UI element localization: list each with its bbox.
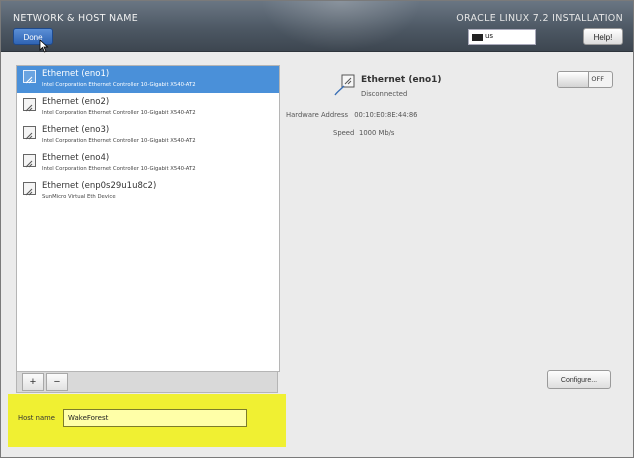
device-item-eno1[interactable]: Ethernet (eno1) Intel Corporation Ethern… <box>17 66 279 93</box>
mouse-cursor-icon <box>39 39 49 53</box>
installer-window: NETWORK & HOST NAME ORACLE LINUX 7.2 INS… <box>0 0 634 458</box>
product-title: ORACLE LINUX 7.2 INSTALLATION <box>456 13 623 24</box>
device-description: Intel Corporation Ethernet Controller 10… <box>42 166 196 172</box>
header-bar: NETWORK & HOST NAME ORACLE LINUX 7.2 INS… <box>1 1 633 53</box>
device-name: Ethernet (enp0s29u1u8c2) <box>42 181 157 191</box>
selected-device-name: Ethernet (eno1) <box>361 75 442 85</box>
device-item-eno3[interactable]: Ethernet (eno3) Intel Corporation Ethern… <box>17 122 279 149</box>
device-name: Ethernet (eno1) <box>42 69 110 79</box>
device-description: SunMicro Virtual Eth Device <box>42 194 116 200</box>
device-name: Ethernet (eno2) <box>42 97 110 107</box>
keyboard-layout-label: us <box>485 32 494 40</box>
hardware-address-row: Hardware Address 00:10:E0:8E:44:86 <box>286 111 418 119</box>
add-device-button[interactable]: + <box>22 373 44 391</box>
hardware-address-value: 00:10:E0:8E:44:86 <box>354 111 418 119</box>
device-item-eno4[interactable]: Ethernet (eno4) Intel Corporation Ethern… <box>17 150 279 177</box>
network-port-icon <box>23 70 36 84</box>
device-description: Intel Corporation Ethernet Controller 10… <box>42 82 196 88</box>
hostname-area: Host name <box>8 394 286 447</box>
connection-status: Disconnected <box>361 90 408 98</box>
network-port-icon <box>23 154 36 168</box>
keyboard-icon <box>472 34 483 41</box>
toggle-knob[interactable] <box>558 72 589 87</box>
connection-toggle[interactable]: OFF <box>557 71 613 88</box>
network-port-icon <box>23 126 36 140</box>
help-button[interactable]: Help! <box>583 28 623 45</box>
device-name: Ethernet (eno3) <box>42 125 110 135</box>
hostname-input[interactable] <box>63 409 247 427</box>
device-list-toolbar: + − <box>16 371 278 393</box>
hardware-address-label: Hardware Address <box>286 111 349 119</box>
speed-value: 1000 Mb/s <box>359 129 395 137</box>
configure-button[interactable]: Configure... <box>547 370 611 389</box>
device-description: Intel Corporation Ethernet Controller 10… <box>42 110 196 116</box>
device-name: Ethernet (eno4) <box>42 153 110 163</box>
device-description: Intel Corporation Ethernet Controller 10… <box>42 138 196 144</box>
network-port-icon <box>334 74 355 96</box>
network-port-icon <box>23 98 36 112</box>
device-item-eno2[interactable]: Ethernet (eno2) Intel Corporation Ethern… <box>17 94 279 121</box>
device-list: Ethernet (eno1) Intel Corporation Ethern… <box>16 65 280 372</box>
page-title: NETWORK & HOST NAME <box>13 13 139 24</box>
device-item-enp0s29u1u8c2[interactable]: Ethernet (enp0s29u1u8c2) SunMicro Virtua… <box>17 178 279 205</box>
network-port-icon <box>23 182 36 196</box>
hostname-label: Host name <box>18 414 55 422</box>
speed-label: Speed <box>333 129 355 137</box>
keyboard-layout-indicator[interactable]: us <box>468 29 536 45</box>
toggle-state-label: OFF <box>591 75 604 83</box>
remove-device-button[interactable]: − <box>46 373 68 391</box>
